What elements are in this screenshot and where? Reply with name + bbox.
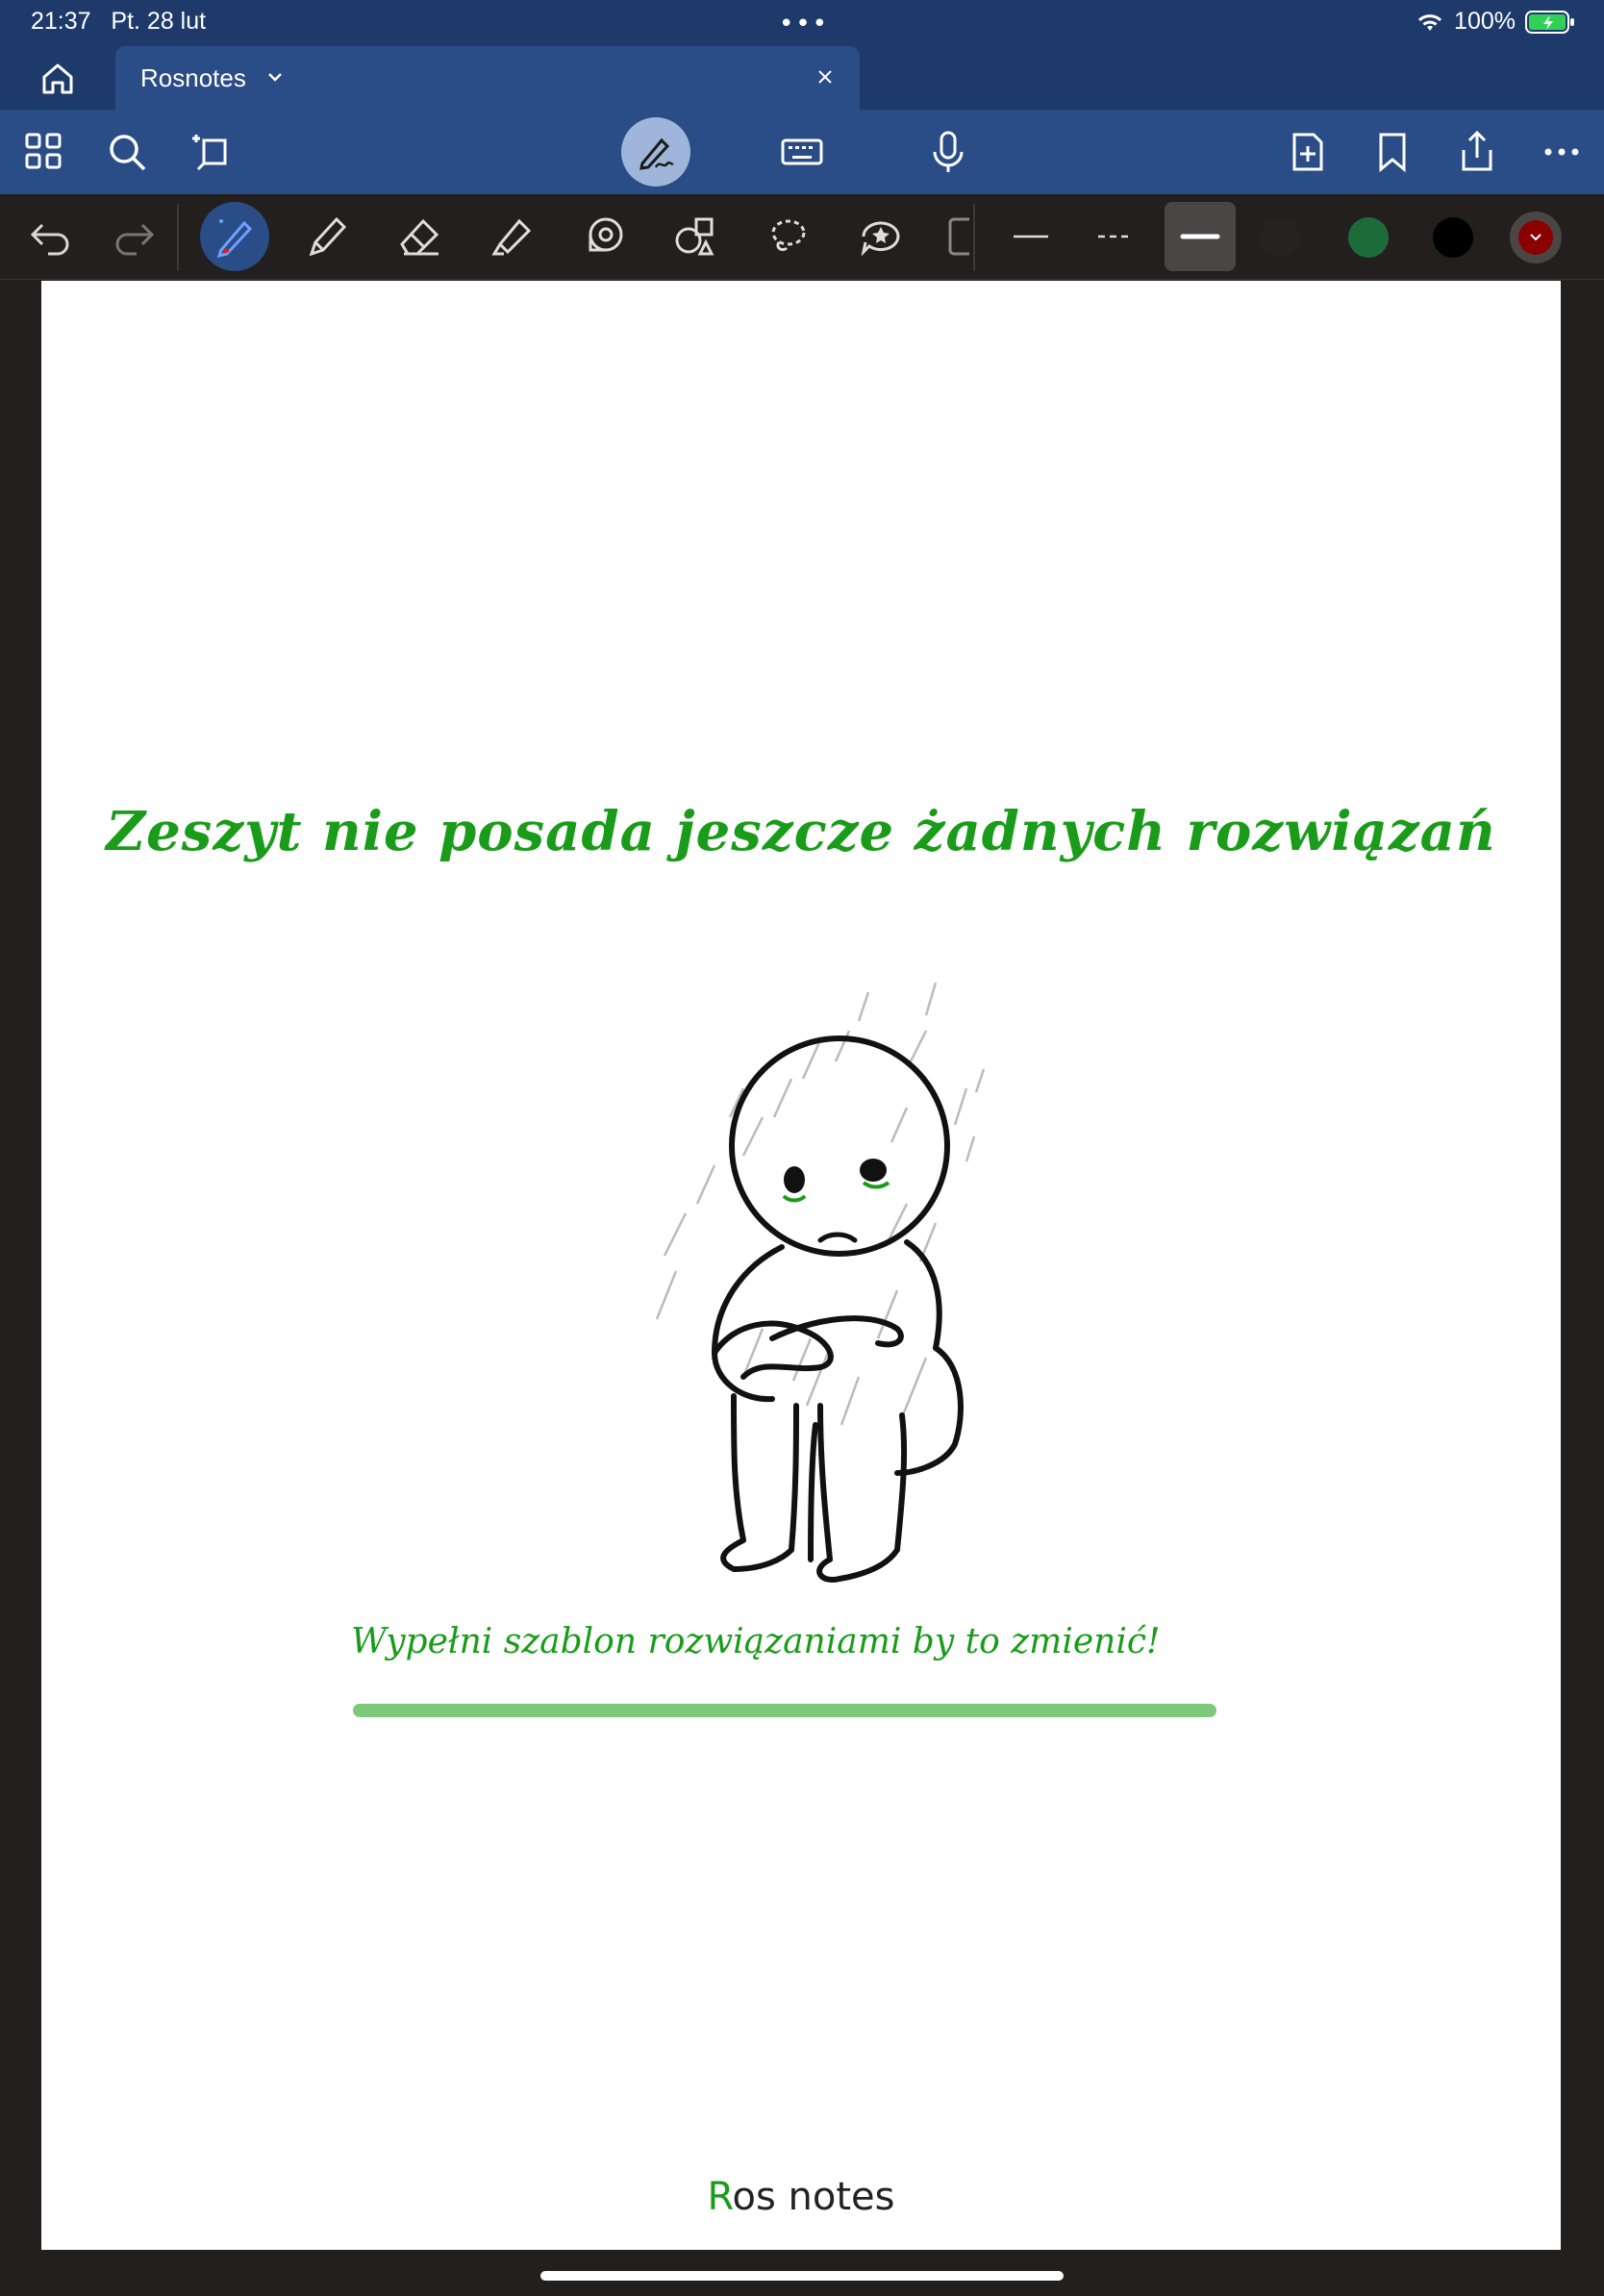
add-page-icon[interactable] <box>1285 129 1331 175</box>
color-swatch-empty[interactable] <box>1260 217 1300 258</box>
grid-icon[interactable] <box>21 129 67 175</box>
shapes-icon[interactable] <box>671 212 721 262</box>
bookmark-icon[interactable] <box>1369 129 1416 175</box>
image-icon[interactable] <box>948 212 971 262</box>
lasso-select-icon[interactable] <box>188 129 235 175</box>
sad-figure-illustration <box>655 982 986 1583</box>
color-swatch-red-selected[interactable] <box>1510 212 1562 263</box>
search-icon[interactable] <box>104 129 150 175</box>
tab-bar: Rosnotes <box>0 46 1604 110</box>
notebook-page[interactable]: Zeszyt nie posada jeszcze żadnych rozwią… <box>41 281 1561 2250</box>
chevron-down-icon[interactable] <box>265 67 285 87</box>
more-icon[interactable] <box>1539 129 1585 175</box>
multitask-dots-icon[interactable]: ••• <box>779 10 829 38</box>
status-time: 21:37 Pt. 28 lut <box>31 8 207 35</box>
handwriting-mode-button[interactable] <box>621 117 690 187</box>
thick-line-icon <box>1180 234 1220 239</box>
eraser-icon[interactable] <box>394 212 444 262</box>
battery-icon <box>1525 10 1574 34</box>
rosnotes-logo: Ros notes <box>707 2175 895 2219</box>
status-bar: 21:37 Pt. 28 lut ••• 100% <box>0 0 1604 46</box>
lasso-icon[interactable] <box>764 212 814 262</box>
color-swatch-black[interactable] <box>1433 217 1473 258</box>
close-icon[interactable] <box>815 67 835 87</box>
undo-icon[interactable] <box>25 212 75 262</box>
tools-toolbar <box>0 194 1604 280</box>
status-right: 100% <box>1416 8 1575 36</box>
divider <box>177 204 179 271</box>
solid-line-icon[interactable] <box>1006 212 1056 262</box>
thick-line-button[interactable] <box>1165 202 1236 271</box>
color-swatch-green[interactable] <box>1348 217 1389 258</box>
empty-state-subline: Wypełni szablon rozwiązaniami by to zmie… <box>351 1622 1161 1661</box>
home-indicator[interactable] <box>540 2271 1064 2281</box>
divider <box>973 204 975 271</box>
empty-state-headline: Zeszyt nie posada jeszcze żadnych rozwią… <box>106 800 1496 863</box>
tape-icon[interactable] <box>579 212 629 262</box>
pen-tool-button[interactable] <box>200 202 269 271</box>
pencil-icon[interactable] <box>302 212 352 262</box>
pen-icon <box>216 219 253 259</box>
keyboard-icon[interactable] <box>779 129 825 175</box>
dashed-line-icon[interactable] <box>1090 212 1140 262</box>
handwriting-icon <box>639 137 674 170</box>
tab-title: Rosnotes <box>140 63 246 92</box>
wifi-icon <box>1418 13 1442 31</box>
chevron-down-icon <box>1530 234 1541 241</box>
redo-icon[interactable] <box>110 212 160 262</box>
microphone-icon[interactable] <box>925 129 971 175</box>
highlighter-icon[interactable] <box>487 212 537 262</box>
tab-rosnotes[interactable]: Rosnotes <box>115 46 860 110</box>
share-icon[interactable] <box>1454 129 1500 175</box>
top-toolbar <box>0 110 1604 194</box>
battery-percent: 100% <box>1454 8 1516 35</box>
home-icon[interactable] <box>37 60 79 98</box>
sticker-icon[interactable] <box>856 212 906 262</box>
status-date: Pt. 28 lut <box>111 8 207 35</box>
progress-bar <box>353 1704 1216 1717</box>
